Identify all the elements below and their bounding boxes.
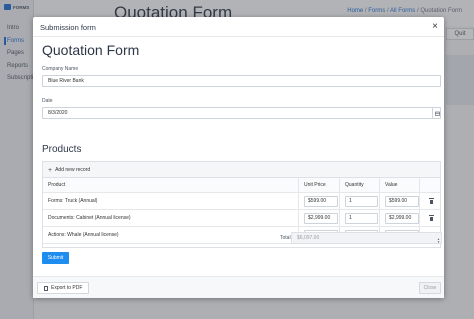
- table-row: Documents: Cabinet (Annual license): [43, 210, 440, 227]
- column-header-quantity: Quantity: [339, 178, 379, 192]
- product-cell: Documents: Cabinet (Annual license): [48, 215, 131, 221]
- calendar-icon[interactable]: [432, 107, 441, 119]
- column-header-unit-price: Unit Price: [298, 178, 339, 192]
- form-title: Quotation Form: [42, 42, 140, 58]
- product-cell: Forms: Truck (Annual): [48, 198, 98, 204]
- value-cell: [379, 193, 419, 209]
- close-button[interactable]: Close: [419, 282, 441, 294]
- total-field: [291, 232, 442, 244]
- export-pdf-button[interactable]: Export to PDF: [37, 282, 90, 294]
- unit-price-cell: [298, 210, 339, 226]
- spin-down-icon: ▼: [437, 240, 440, 244]
- submit-button[interactable]: Submit: [42, 252, 69, 264]
- table-row: Forms: Truck (Annual): [43, 193, 440, 210]
- quantity-cell: [339, 210, 379, 226]
- product-cell: Actions: Whale (Annual license): [48, 232, 119, 238]
- trash-icon: [428, 198, 434, 204]
- quantity-cell: [339, 193, 379, 209]
- value-input[interactable]: [385, 195, 419, 207]
- export-pdf-label: Export to PDF: [51, 285, 83, 291]
- table-toolbar: + Add new record: [43, 162, 440, 178]
- table-header-row: Product Unit Price Quantity Value: [43, 178, 440, 193]
- total-stepper: ▲ ▼: [437, 238, 440, 244]
- column-header-actions: [419, 178, 442, 192]
- add-record-label: Add new record: [55, 167, 91, 173]
- date-label: Date: [42, 98, 53, 104]
- value-input[interactable]: [385, 212, 419, 224]
- quantity-input[interactable]: [345, 212, 378, 224]
- company-name-field[interactable]: [42, 75, 441, 87]
- modal-title: Submission form: [40, 23, 96, 32]
- quantity-input[interactable]: [345, 195, 378, 207]
- delete-row-button[interactable]: [419, 210, 442, 226]
- unit-price-input[interactable]: [304, 212, 338, 224]
- column-header-value: Value: [379, 178, 419, 192]
- trash-icon: [428, 215, 434, 221]
- plus-icon: +: [48, 166, 53, 174]
- unit-price-input[interactable]: [304, 195, 338, 207]
- unit-price-cell: [298, 193, 339, 209]
- value-cell: [379, 210, 419, 226]
- company-name-label: Company Name: [42, 66, 79, 72]
- modal-header: Submission form ×: [33, 17, 444, 37]
- add-record-button[interactable]: + Add new record: [48, 166, 91, 174]
- modal-footer: Export to PDF Close: [33, 276, 444, 298]
- document-icon: [44, 285, 48, 291]
- delete-row-button[interactable]: [419, 193, 442, 209]
- close-icon[interactable]: ×: [432, 21, 438, 33]
- date-field[interactable]: [42, 107, 441, 119]
- total-label: Total: [280, 235, 291, 241]
- products-title: Products: [42, 144, 82, 155]
- submission-modal: Submission form × Quotation Form Company…: [33, 17, 444, 298]
- column-header-product: Product: [48, 182, 66, 188]
